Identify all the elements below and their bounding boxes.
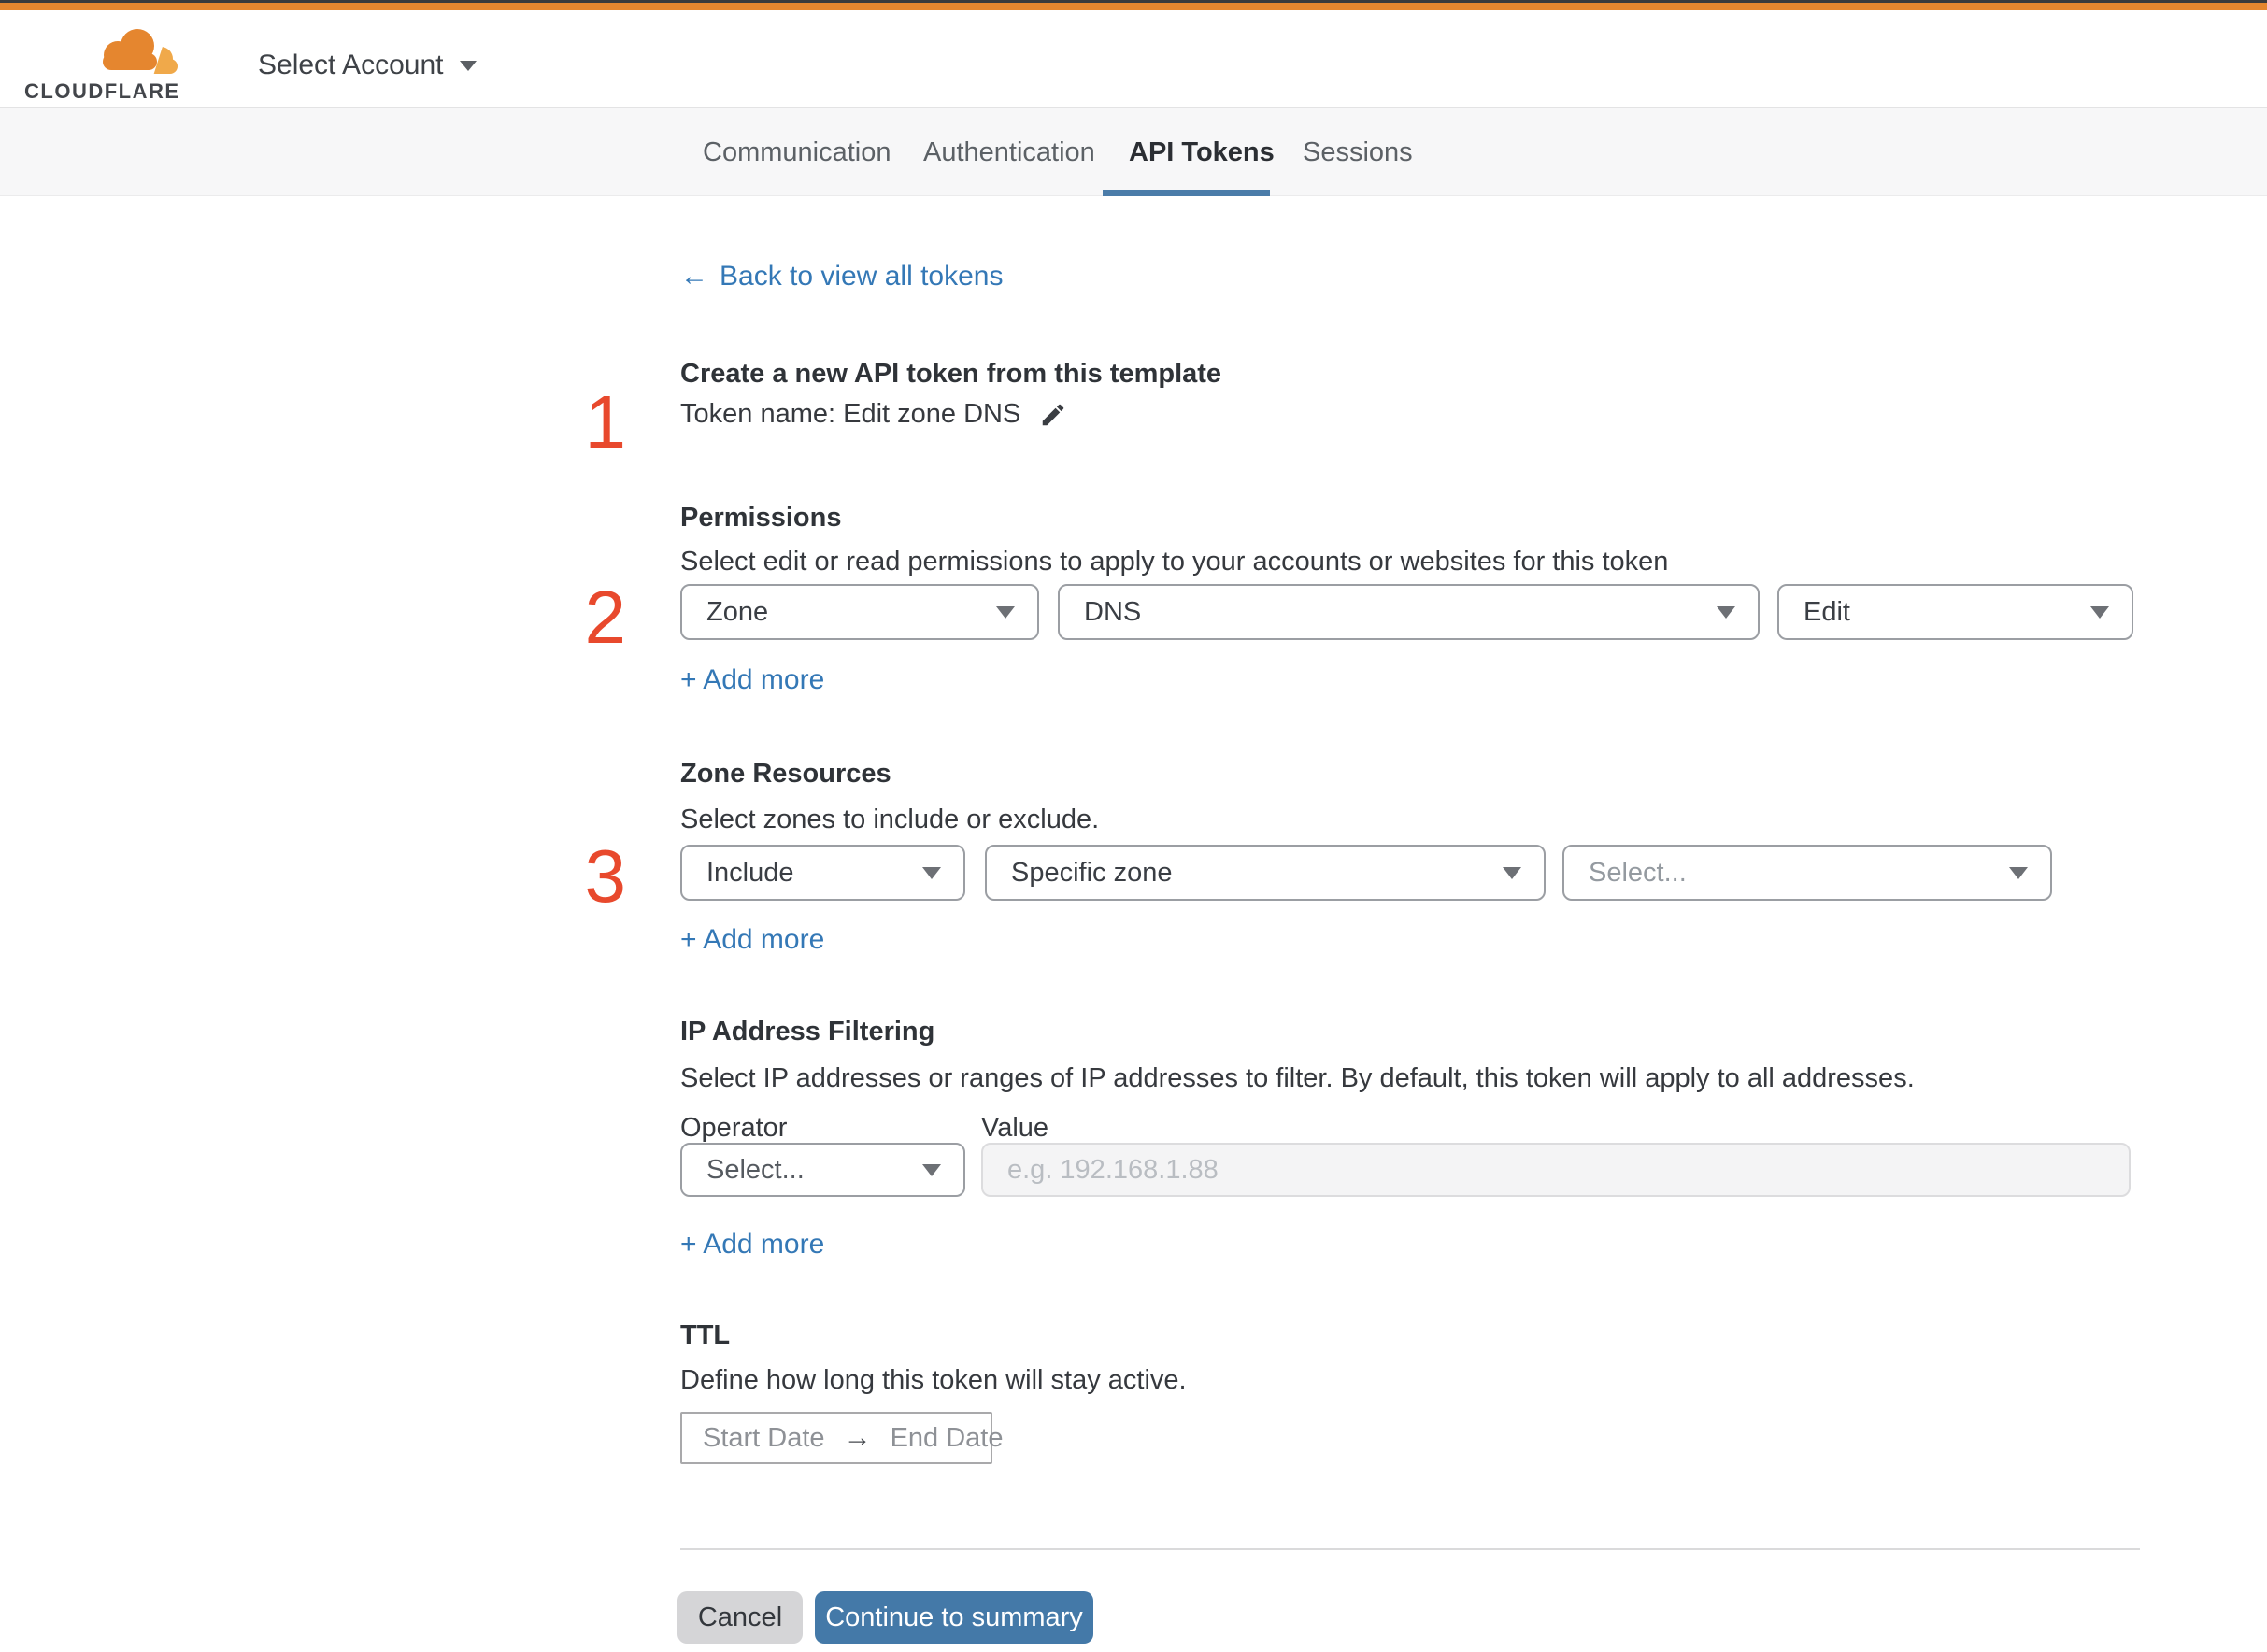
footer-divider — [680, 1548, 2140, 1550]
ttl-heading: TTL — [680, 1320, 731, 1350]
permission-scope-select[interactable]: Zone — [680, 584, 1039, 640]
ip-operator-select[interactable]: Select... — [680, 1143, 965, 1197]
permission-access-value: Edit — [1804, 596, 1850, 627]
cloudflare-logo[interactable]: CLOUDFLARE — [24, 25, 183, 106]
cloudflare-wordmark: CLOUDFLARE — [24, 79, 180, 103]
cloudflare-cloud-icon — [103, 29, 178, 76]
tab-sessions[interactable]: Sessions — [1303, 137, 1413, 167]
tab-communication[interactable]: Communication — [703, 137, 891, 167]
ip-operator-label: Operator — [680, 1113, 788, 1143]
header: CLOUDFLARE Select Account — [0, 10, 2267, 108]
page-title: Create a new API token from this templat… — [680, 359, 1222, 389]
ttl-description: Define how long this token will stay act… — [680, 1365, 1187, 1395]
tab-api-tokens[interactable]: API Tokens — [1129, 137, 1275, 167]
ip-value-label: Value — [981, 1113, 1049, 1143]
back-link-label: Back to view all tokens — [720, 261, 1004, 292]
chevron-down-icon — [2009, 866, 2028, 879]
chevron-down-icon — [1503, 866, 1521, 879]
zone-resources-add-more-link[interactable]: + Add more — [680, 925, 824, 955]
chevron-down-icon — [1717, 605, 1735, 619]
permission-scope-value: Zone — [706, 596, 769, 627]
end-date-placeholder: End Date — [890, 1422, 1004, 1453]
cloudflare-api-token-page: CLOUDFLARE Select Account Communication … — [0, 0, 2267, 1652]
permission-resource-value: DNS — [1084, 596, 1142, 627]
ip-filtering-description: Select IP addresses or ranges of IP addr… — [680, 1063, 1915, 1093]
permission-resource-select[interactable]: DNS — [1058, 584, 1760, 640]
permissions-add-more-link[interactable]: + Add more — [680, 665, 824, 695]
cancel-button[interactable]: Cancel — [677, 1591, 803, 1644]
token-name-value: Token name: Edit zone DNS — [680, 399, 1021, 429]
active-tab-underline — [1103, 190, 1270, 196]
edit-pencil-icon[interactable] — [1039, 401, 1067, 429]
back-arrow-icon: ← — [680, 261, 708, 292]
caret-down-icon — [460, 60, 478, 71]
chevron-down-icon — [2090, 605, 2109, 619]
step-2-marker: 2 — [584, 576, 627, 659]
zone-resources-description: Select zones to include or exclude. — [680, 805, 1100, 834]
account-selector[interactable]: Select Account — [258, 50, 478, 81]
zone-picker-placeholder: Select... — [1589, 857, 1687, 888]
chevron-down-icon — [922, 1163, 941, 1176]
chevron-down-icon — [922, 866, 941, 879]
tab-authentication[interactable]: Authentication — [923, 137, 1095, 167]
zone-scope-value: Specific zone — [1011, 857, 1173, 888]
continue-to-summary-button[interactable]: Continue to summary — [815, 1591, 1093, 1644]
chevron-down-icon — [996, 605, 1015, 619]
back-to-tokens-link[interactable]: ← Back to view all tokens — [680, 262, 1003, 292]
permissions-heading: Permissions — [680, 503, 842, 533]
token-name-row: Token name: Edit zone DNS — [680, 399, 1067, 430]
ip-filtering-add-more-link[interactable]: + Add more — [680, 1230, 824, 1260]
ip-value-input[interactable] — [981, 1143, 2131, 1197]
profile-tabbar: Communication Authentication API Tokens … — [0, 108, 2267, 196]
account-selector-label: Select Account — [258, 50, 444, 80]
ttl-date-range-picker[interactable]: Start Date → End Date — [680, 1412, 1003, 1464]
zone-include-value: Include — [706, 857, 794, 888]
step-3-marker: 3 — [584, 834, 627, 918]
permission-access-select[interactable]: Edit — [1777, 584, 2133, 640]
brand-accent-bar — [0, 3, 2267, 10]
ip-filtering-heading: IP Address Filtering — [680, 1017, 935, 1047]
zone-include-select[interactable]: Include — [680, 845, 965, 901]
ip-operator-placeholder: Select... — [706, 1154, 805, 1185]
step-1-marker: 1 — [584, 380, 627, 463]
zone-scope-select[interactable]: Specific zone — [985, 845, 1546, 901]
arrow-right-icon: → — [843, 1422, 872, 1453]
zone-resources-heading: Zone Resources — [680, 759, 891, 789]
zone-picker-select[interactable]: Select... — [1562, 845, 2052, 901]
permissions-description: Select edit or read permissions to apply… — [680, 547, 1669, 577]
start-date-placeholder: Start Date — [703, 1422, 825, 1453]
